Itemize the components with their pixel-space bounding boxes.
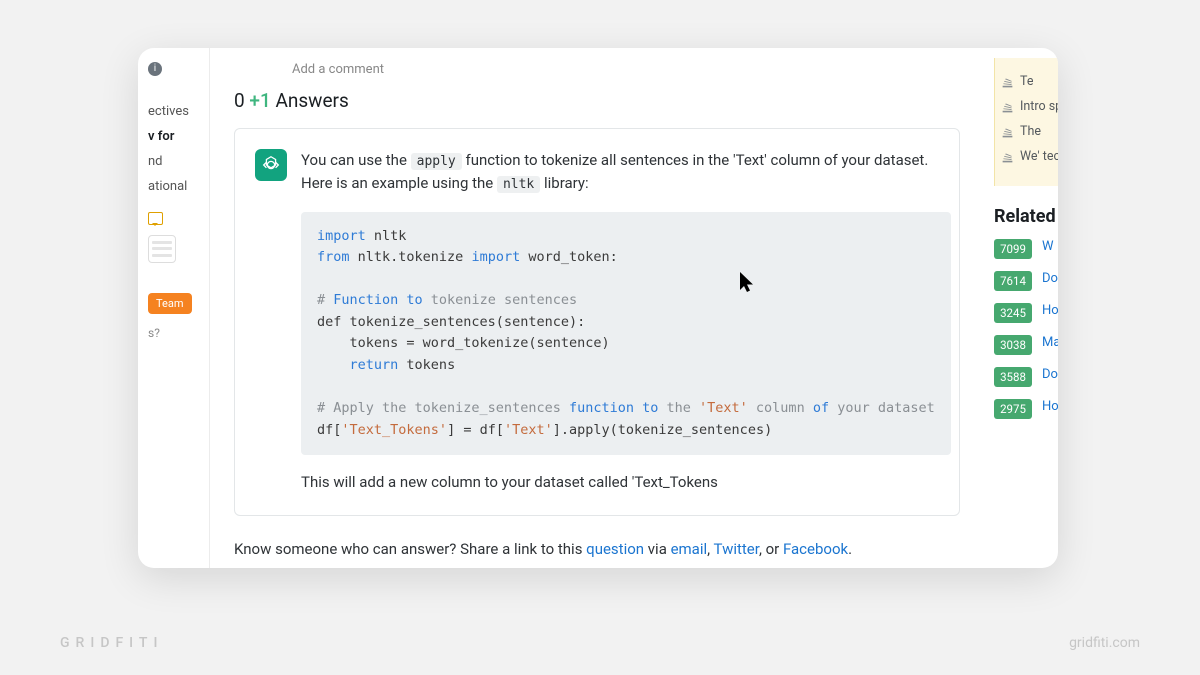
answers-heading: 0 +1 Answers	[234, 89, 960, 112]
chatgpt-icon	[255, 149, 287, 181]
meta-box: Te Intro spe The We' tech	[994, 58, 1058, 186]
meta-item[interactable]: Te	[1001, 74, 1058, 91]
stack-icon	[1001, 151, 1014, 164]
inline-code: nltk	[497, 176, 540, 193]
twitter-link[interactable]: Twitter	[714, 540, 759, 558]
related-link[interactable]: Do op	[1042, 271, 1058, 291]
related-item[interactable]: 3245 Ho Py	[994, 303, 1058, 323]
related-item[interactable]: 7099 W	[994, 239, 1058, 259]
related-badge: 2975	[994, 399, 1032, 419]
stackoverflow-window: i ectives v for nd ational Team s? Add a…	[138, 48, 1058, 568]
info-icon: i	[148, 62, 162, 76]
stack-icon	[1001, 126, 1014, 139]
related-badge: 3245	[994, 303, 1032, 323]
related-badge: 7099	[994, 239, 1032, 259]
lines-icon	[148, 235, 176, 263]
right-rail: Te Intro spe The We' tech Related 7099W7…	[986, 48, 1058, 568]
related-badge: 3038	[994, 335, 1032, 355]
related-link[interactable]: W	[1042, 239, 1054, 259]
stack-icon	[1001, 76, 1014, 89]
inline-code: apply	[411, 153, 462, 170]
related-item[interactable]: 3588 Do su	[994, 367, 1058, 387]
sidebar-fragment: ational	[148, 179, 199, 194]
meta-item[interactable]: The	[1001, 124, 1058, 141]
related-heading: Related	[994, 206, 1058, 227]
left-sidebar: i ectives v for nd ational Team s?	[138, 48, 210, 568]
chat-icon	[148, 212, 163, 225]
related-link[interactable]: Ma in	[1042, 335, 1058, 355]
sidebar-fragment: ectives	[148, 104, 199, 119]
add-comment-link[interactable]: Add a comment	[292, 62, 1054, 77]
sidebar-fragment: s?	[148, 326, 199, 340]
related-badge: 7614	[994, 271, 1032, 291]
facebook-link[interactable]: Facebook	[783, 540, 848, 558]
related-item[interactable]: 3038 Ma in	[994, 335, 1058, 355]
related-link[interactable]: Ho ir	[1042, 399, 1058, 419]
related-item[interactable]: 2975 Ho ir	[994, 399, 1058, 419]
answer-card: You can use the apply function to tokeni…	[234, 128, 960, 516]
meta-item[interactable]: We' tech	[1001, 149, 1058, 166]
stack-icon	[1001, 101, 1014, 114]
related-item[interactable]: 7614 Do op	[994, 271, 1058, 291]
team-button[interactable]: Team	[148, 293, 192, 314]
related-link[interactable]: Ho Py	[1042, 303, 1058, 323]
meta-item[interactable]: Intro spe	[1001, 99, 1058, 116]
answer-closing: This will add a new column to your datas…	[301, 471, 951, 494]
watermark-left: GRIDFITI	[60, 635, 163, 651]
sidebar-heading: v for	[148, 129, 199, 144]
related-link[interactable]: Do su	[1042, 367, 1058, 387]
answer-body: You can use the apply function to tokeni…	[301, 149, 951, 495]
code-block: import nltk from nltk.tokenize import wo…	[301, 212, 951, 456]
question-link[interactable]: question	[586, 540, 644, 558]
main-content: Add a comment 0 +1 Answers You can use t…	[230, 48, 1058, 568]
sidebar-fragment: nd	[148, 154, 199, 169]
watermark-right: gridfiti.com	[1069, 635, 1140, 651]
share-prompt: Know someone who can answer? Share a lin…	[234, 540, 960, 558]
related-badge: 3588	[994, 367, 1032, 387]
email-link[interactable]: email	[671, 540, 708, 558]
